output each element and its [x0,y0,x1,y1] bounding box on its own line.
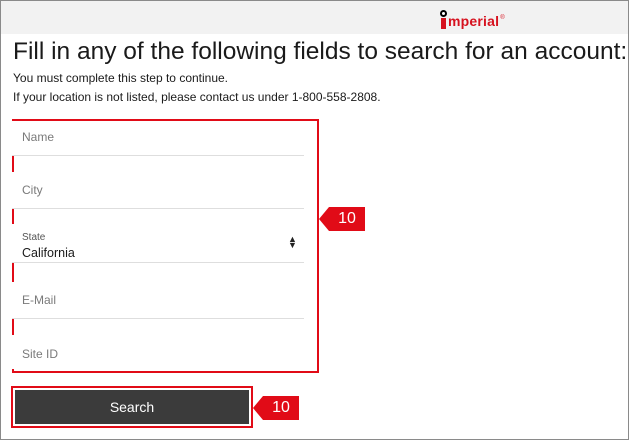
state-value: California [22,246,75,260]
instruction-text: You must complete this step to continue. [13,71,229,85]
email-field[interactable]: E-Mail [12,282,304,319]
city-field[interactable]: City [12,172,304,209]
step-callout-form: 10 [319,207,365,231]
step-callout-search: 10 [253,396,299,420]
header-bar: mperial ® [1,1,628,34]
city-placeholder: City [22,183,43,197]
contact-note: If your location is not listed, please c… [13,90,381,104]
select-arrows-icon: ▲ ▼ [288,234,297,250]
site-id-placeholder: Site ID [22,347,59,361]
logo-trademark: ® [500,15,505,21]
email-placeholder: E-Mail [22,293,57,307]
search-button[interactable]: Search [15,390,249,424]
name-field[interactable]: Name [12,121,304,156]
logo-text: mperial [448,13,500,29]
imperial-logo[interactable]: mperial ® [440,7,505,29]
state-select[interactable]: State California ▲ ▼ [12,224,304,263]
imperial-logo-icon [440,10,447,29]
search-button-highlight: Search [11,386,253,428]
page-title: Fill in any of the following fields to s… [13,38,628,65]
state-label: State [22,232,46,243]
site-id-field[interactable]: Site ID [12,335,304,369]
name-placeholder: Name [22,130,55,144]
